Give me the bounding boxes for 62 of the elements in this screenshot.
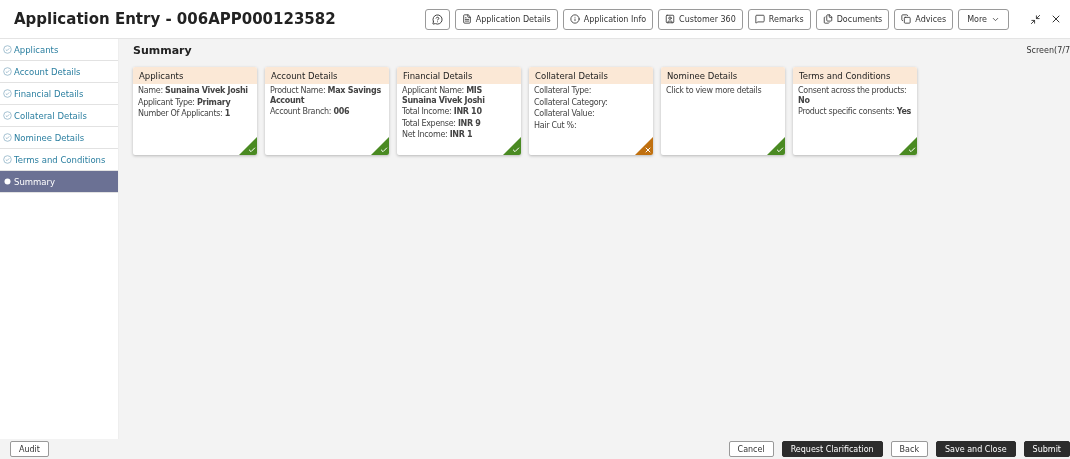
toolbar-button[interactable]: Customer 360	[658, 8, 743, 30]
toolbar-button[interactable]: Application Details	[454, 8, 558, 30]
card-detail: Collateral Type:	[533, 86, 593, 96]
step-check-icon	[3, 111, 12, 120]
page-title: Application Entry - 006APP000123582	[14, 10, 337, 28]
toolbar-button[interactable]: Documents	[815, 8, 890, 30]
card-detail: Total Expense: INR 9	[401, 118, 482, 128]
step-check-icon	[3, 155, 12, 164]
card-detail: Consent across the products: No	[797, 86, 908, 105]
step-check-icon	[3, 67, 12, 76]
summary-card[interactable]: Applicants Name: Sunaina Vivek Joshi Applicant Type: Primary Number Of Applicants: 1	[133, 67, 257, 155]
footer-button[interactable]: Cancel	[728, 441, 774, 457]
toolbar-button[interactable]: Remarks	[747, 8, 811, 30]
summary-card[interactable]: Nominee Details Click to view more details	[661, 67, 785, 155]
chat-button[interactable]	[424, 8, 450, 30]
toolbar-icon	[901, 14, 912, 24]
step-dot-icon	[3, 177, 12, 186]
toolbar-icon	[461, 14, 472, 24]
card-title: Nominee Details	[661, 67, 785, 84]
card-detail: Account Branch: 006	[269, 107, 351, 117]
card-detail: Product Name: Max Savings Account	[269, 86, 382, 105]
card-detail: Collateral Value:	[533, 109, 596, 119]
toolbar-button[interactable]: Application Info	[562, 8, 654, 30]
toolbar-icon	[822, 14, 833, 24]
summary-card[interactable]: Financial Details Applicant Name: MIS Sunaina Vivek Joshi Total Income: INR 10 Total Expense: INR 9 Net Income: INR 1	[397, 67, 521, 155]
screen-counter: Screen(7/7	[1026, 45, 1070, 55]
card-detail: Applicant Name: MIS Sunaina Vivek Joshi	[401, 86, 486, 105]
close-icon	[1050, 13, 1062, 25]
card-detail: Name: Sunaina Vivek Joshi	[137, 86, 249, 96]
more-button[interactable]: More	[958, 8, 1009, 30]
toolbar-icon	[754, 14, 765, 24]
card-title: Terms and Conditions	[793, 67, 917, 84]
footer-button[interactable]: Back	[890, 441, 929, 457]
card-title: Account Details	[265, 67, 389, 84]
toolbar-button[interactable]: Advices	[894, 8, 954, 30]
card-detail: Click to view more details	[665, 86, 763, 96]
toolbar-icon	[665, 14, 676, 24]
card-detail: Number Of Applicants: 1	[137, 109, 231, 119]
card-title: Collateral Details	[529, 67, 653, 84]
audit-button[interactable]: Audit	[10, 441, 49, 457]
summary-card[interactable]: Terms and Conditions Consent across the products: No Product specific consents: Yes	[793, 67, 917, 155]
step-check-icon	[3, 133, 12, 142]
footer-button[interactable]: Save and Close	[936, 441, 1016, 457]
card-detail: Hair Cut %:	[533, 120, 578, 130]
card-detail: Net Income: INR 1	[401, 130, 474, 140]
footer-button[interactable]: Request Clarification	[781, 441, 883, 457]
collapse-icon	[1030, 13, 1041, 25]
card-title: Applicants	[133, 67, 257, 84]
summary-card[interactable]: Collateral Details Collateral Type: Collateral Category: Collateral Value: Hair Cut %:	[529, 67, 653, 155]
card-detail: Total Income: INR 10	[401, 107, 483, 117]
card-detail: Product specific consents: Yes	[797, 107, 912, 117]
sidebar-item[interactable]: Summary	[0, 171, 118, 193]
section-title: Summary	[133, 43, 192, 57]
card-detail: Applicant Type: Primary	[137, 97, 232, 107]
step-check-icon	[3, 45, 12, 54]
step-check-icon	[3, 89, 12, 98]
footer-button[interactable]: Submit	[1023, 441, 1070, 457]
summary-card[interactable]: Account Details Product Name: Max Savings Account Account Branch: 006	[265, 67, 389, 155]
toolbar-icon	[569, 14, 580, 24]
card-title: Financial Details	[397, 67, 521, 84]
card-detail: Collateral Category:	[533, 97, 609, 107]
chat-icon	[431, 13, 443, 25]
